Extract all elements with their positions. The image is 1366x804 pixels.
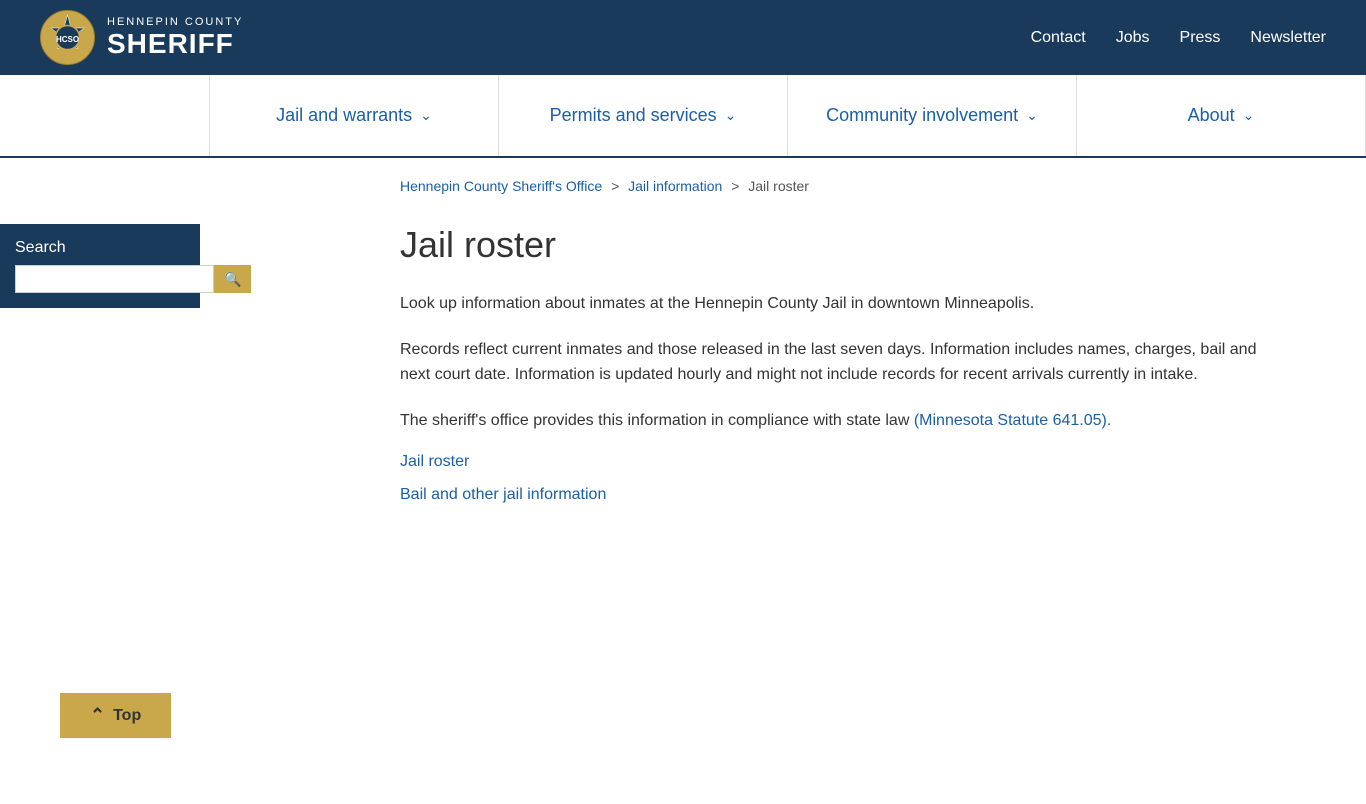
breadcrumb-current: Jail roster (748, 178, 809, 194)
top-button[interactable]: ⌃ Top (60, 693, 171, 738)
county-name: HENNEPIN COUNTY (107, 16, 243, 28)
about-chevron-icon: ⌄ (1243, 107, 1255, 124)
contact-link[interactable]: Contact (1031, 29, 1086, 47)
permits-services-chevron-icon: ⌄ (725, 107, 737, 124)
breadcrumb-jail-info-link[interactable]: Jail information (628, 178, 722, 194)
compliance-paragraph: The sheriff's office provides this infor… (400, 408, 1286, 434)
svg-text:HCSO: HCSO (56, 35, 79, 44)
intro-paragraph: Look up information about inmates at the… (400, 291, 1286, 317)
breadcrumb-separator-2: > (731, 178, 739, 194)
breadcrumb: Hennepin County Sheriff's Office > Jail … (0, 158, 1366, 204)
jail-warrants-chevron-icon: ⌄ (420, 107, 432, 124)
search-label: Search (15, 239, 185, 257)
press-link[interactable]: Press (1180, 29, 1221, 47)
logo-area: HCSO HENNEPIN COUNTY SHERIFF (40, 10, 243, 65)
nav-about[interactable]: About ⌄ (1077, 75, 1366, 156)
jail-roster-link[interactable]: Jail roster (400, 453, 1286, 471)
nav-permits-services[interactable]: Permits and services ⌄ (499, 75, 788, 156)
records-paragraph: Records reflect current inmates and thos… (400, 337, 1286, 388)
content-wrapper: Search 🔍 Jail roster Look up information… (0, 204, 1366, 804)
jobs-link[interactable]: Jobs (1116, 29, 1150, 47)
main-nav: Jail and warrants ⌄ Permits and services… (0, 75, 1366, 158)
nav-jail-warrants[interactable]: Jail and warrants ⌄ (210, 75, 499, 156)
compliance-text: The sheriff's office provides this infor… (400, 412, 909, 429)
sheriff-title: SHERIFF (107, 28, 243, 60)
search-input[interactable] (15, 265, 214, 293)
community-involvement-chevron-icon: ⌄ (1026, 107, 1038, 124)
main-content: Jail roster Look up information about in… (200, 204, 1366, 804)
nav-spacer (0, 75, 210, 156)
top-nav: Contact Jobs Press Newsletter (1031, 29, 1326, 47)
bail-info-link[interactable]: Bail and other jail information (400, 486, 1286, 504)
top-arrow-icon: ⌃ (90, 705, 105, 726)
logo-text: HENNEPIN COUNTY SHERIFF (107, 16, 243, 60)
sheriff-badge-icon: HCSO (40, 10, 95, 65)
breadcrumb-home-link[interactable]: Hennepin County Sheriff's Office (400, 178, 602, 194)
newsletter-link[interactable]: Newsletter (1250, 29, 1326, 47)
search-input-wrap: 🔍 (15, 265, 185, 293)
site-header: HCSO HENNEPIN COUNTY SHERIFF Contact Job… (0, 0, 1366, 75)
nav-community-involvement[interactable]: Community involvement ⌄ (788, 75, 1077, 156)
search-box: Search 🔍 (0, 224, 200, 308)
top-label: Top (113, 707, 141, 725)
breadcrumb-separator-1: > (611, 178, 619, 194)
page-title: Jail roster (400, 224, 1286, 266)
statute-link[interactable]: (Minnesota Statute 641.05). (914, 412, 1111, 429)
top-button-container: ⌃ Top (60, 693, 171, 738)
